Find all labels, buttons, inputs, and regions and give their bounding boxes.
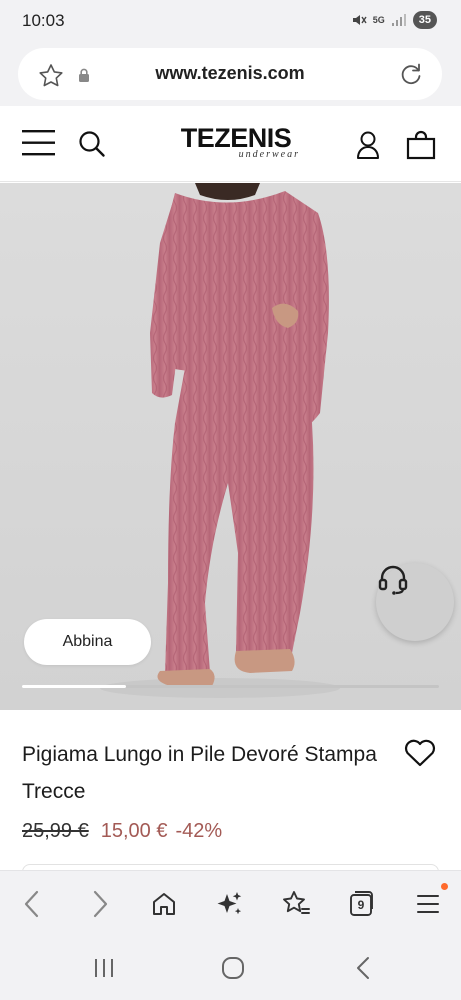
notification-dot bbox=[441, 883, 448, 890]
discount-badge: -42% bbox=[175, 820, 223, 842]
home-nav-icon bbox=[222, 957, 244, 979]
support-chat-button[interactable] bbox=[376, 563, 454, 641]
gallery-progress-track bbox=[22, 685, 439, 688]
forward-icon bbox=[93, 890, 108, 918]
sale-price: 15,00 € bbox=[100, 820, 168, 842]
price-row: 25,99 € 15,00 € -42% bbox=[22, 820, 222, 843]
recent-apps-icon bbox=[95, 959, 113, 977]
tab-count-label: 9 bbox=[357, 898, 365, 912]
sparkle-icon bbox=[217, 892, 242, 915]
tabs-button[interactable]: 9 bbox=[348, 889, 374, 917]
site-header: TEZENIS underwear bbox=[0, 106, 461, 182]
browser-address-area: www.tezenis.com bbox=[0, 44, 461, 106]
hamburger-menu-icon[interactable] bbox=[22, 128, 56, 158]
gallery-progress-fill bbox=[22, 685, 127, 688]
status-icons: 5G 35 bbox=[351, 11, 437, 29]
network-label: 5G bbox=[372, 14, 385, 25]
address-bar[interactable]: www.tezenis.com bbox=[18, 48, 442, 100]
back-icon bbox=[24, 890, 39, 918]
bookmark-star-icon bbox=[283, 891, 310, 914]
menu-icon bbox=[417, 895, 439, 913]
forward-button[interactable] bbox=[83, 887, 117, 921]
reload-icon[interactable] bbox=[398, 61, 424, 87]
home-button[interactable] bbox=[147, 887, 181, 921]
headset-icon bbox=[378, 565, 408, 595]
product-title: Pigiama Lungo in Pile Devoré Stampa Trec… bbox=[22, 743, 377, 803]
site-logo[interactable]: TEZENIS underwear bbox=[166, 124, 306, 160]
ai-assist-button[interactable] bbox=[213, 887, 247, 921]
status-bar: 10:03 5G 35 bbox=[0, 0, 461, 44]
url-text[interactable]: www.tezenis.com bbox=[18, 63, 442, 84]
android-nav-bar bbox=[0, 936, 461, 1000]
signal-icon bbox=[391, 14, 406, 26]
mute-icon bbox=[352, 15, 367, 25]
search-icon[interactable] bbox=[78, 130, 106, 158]
back-nav-button[interactable] bbox=[348, 954, 378, 982]
browser-toolbar: 9 bbox=[0, 870, 461, 936]
home-icon bbox=[153, 893, 175, 915]
product-image-gallery[interactable]: Abbina bbox=[0, 183, 461, 710]
logo-wordmark: TEZENIS bbox=[180, 123, 292, 153]
user-account-icon[interactable] bbox=[355, 130, 381, 160]
home-nav-button[interactable] bbox=[218, 954, 248, 982]
shopping-bag-icon[interactable] bbox=[406, 130, 436, 160]
bookmarks-button[interactable] bbox=[279, 887, 313, 921]
original-price: 25,99 € bbox=[22, 820, 89, 842]
status-time: 10:03 bbox=[22, 11, 65, 30]
heart-wishlist-icon[interactable] bbox=[403, 738, 437, 768]
abbina-button[interactable]: Abbina bbox=[24, 619, 151, 665]
recent-apps-button[interactable] bbox=[89, 954, 119, 982]
battery-badge: 35 bbox=[412, 11, 437, 29]
browser-menu-button[interactable] bbox=[411, 887, 445, 921]
back-button[interactable] bbox=[15, 887, 49, 921]
back-nav-icon bbox=[357, 957, 369, 979]
